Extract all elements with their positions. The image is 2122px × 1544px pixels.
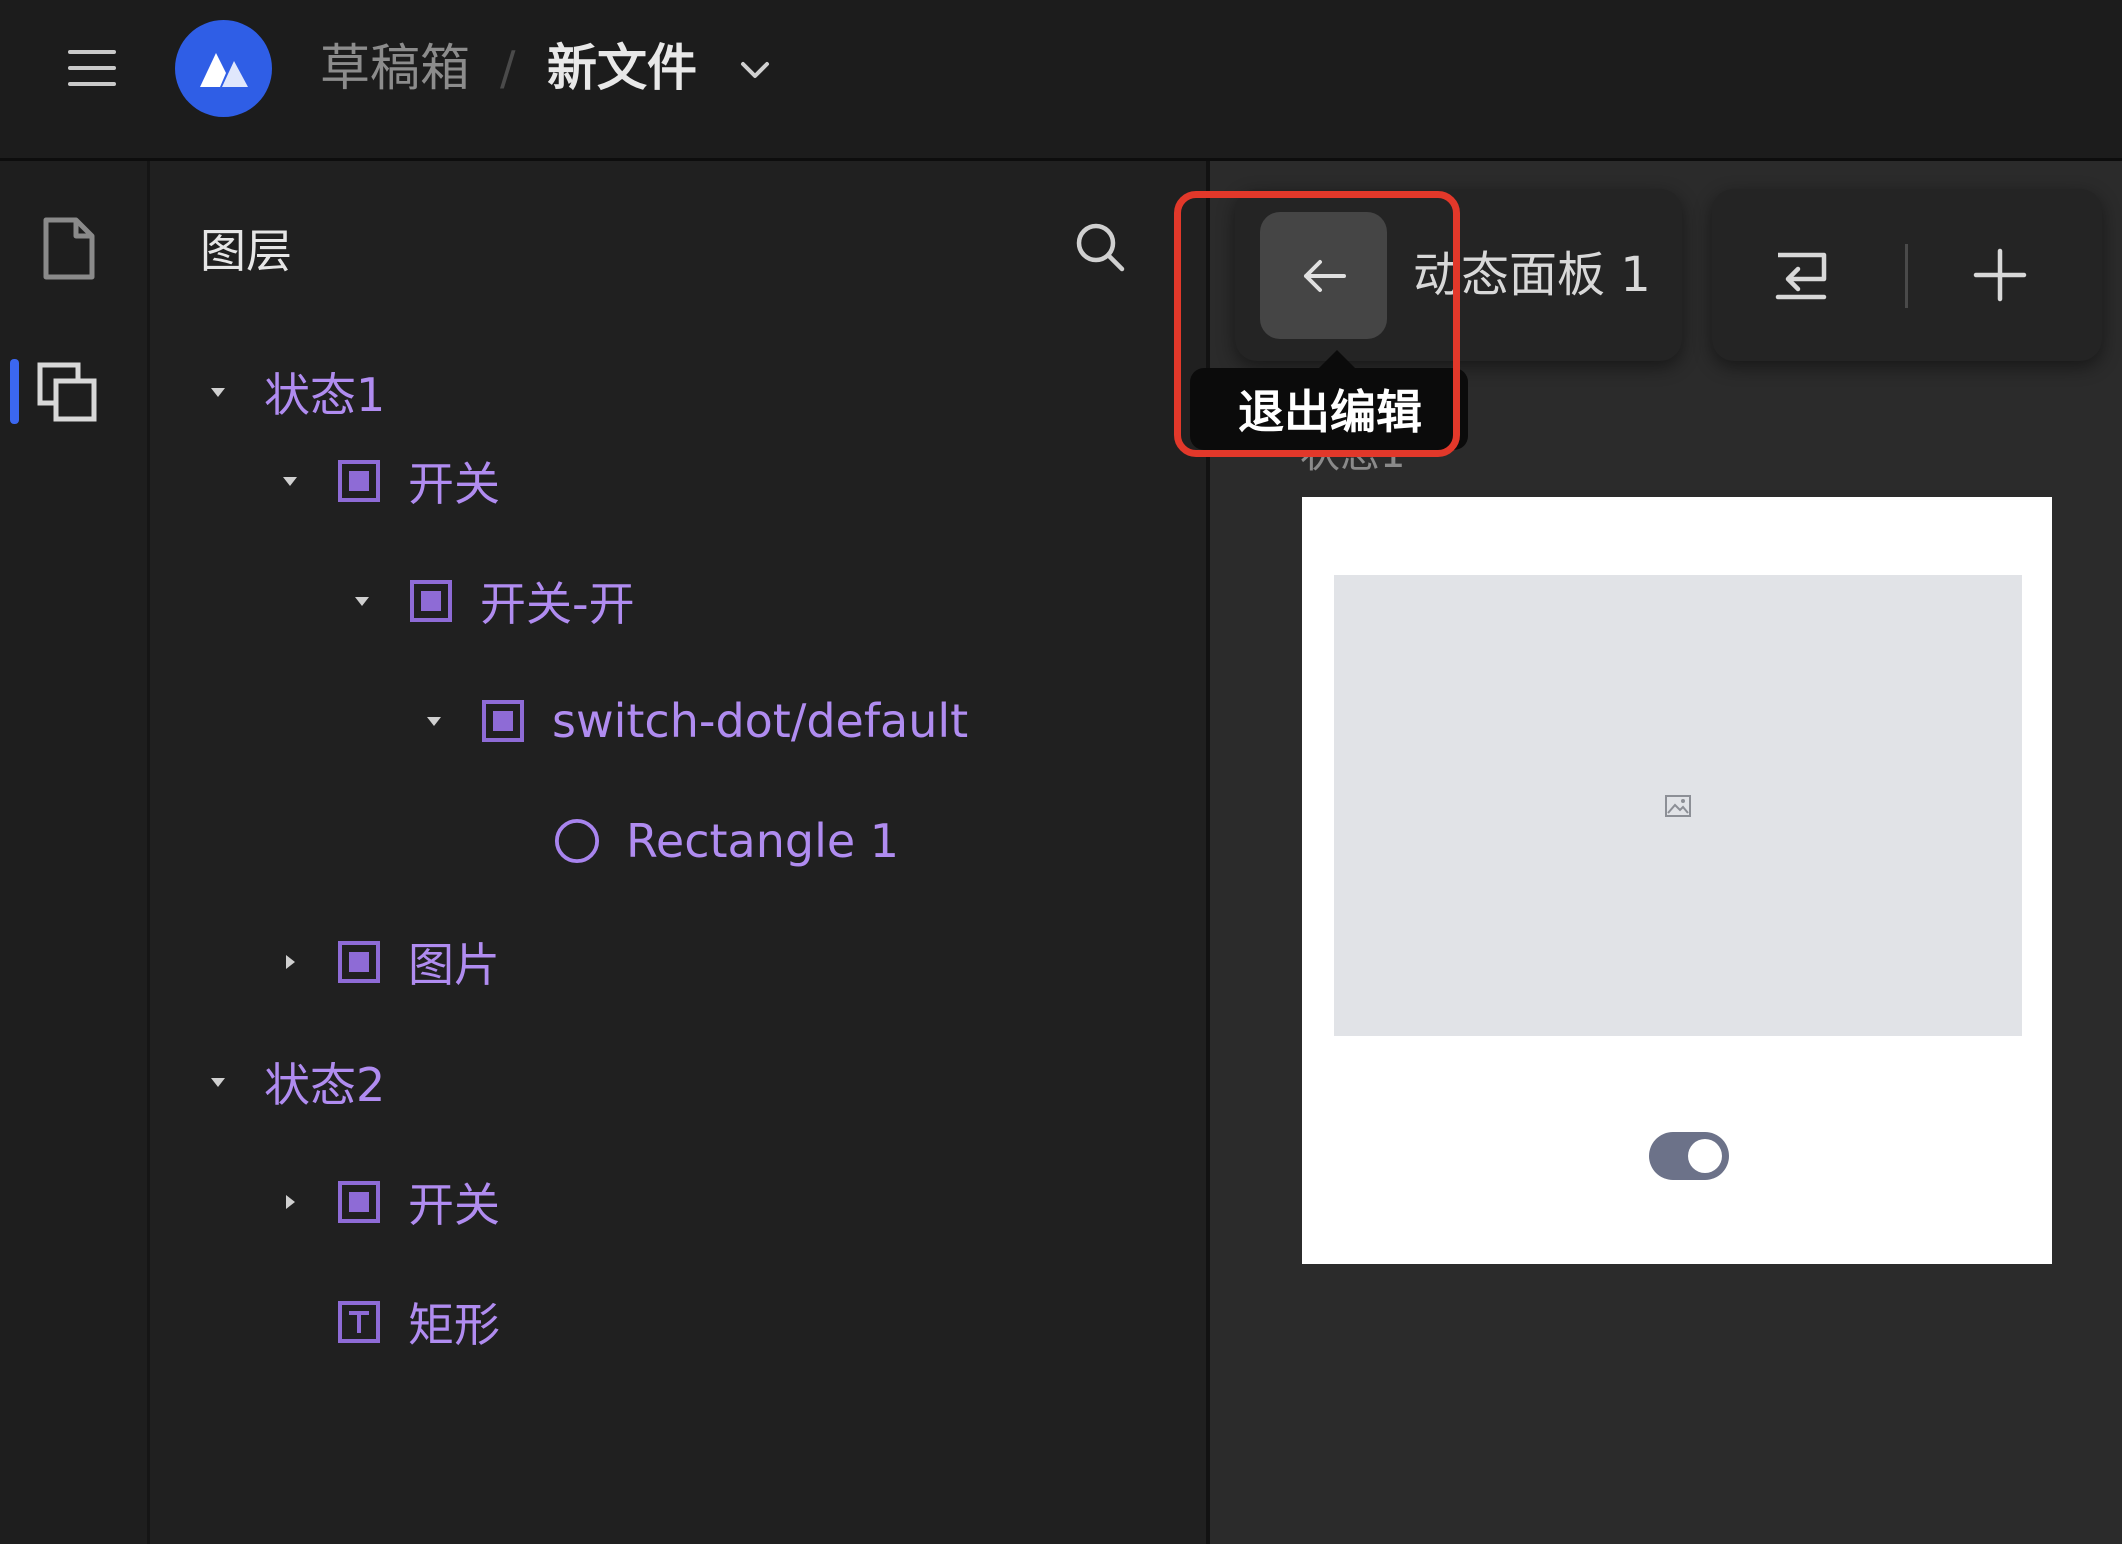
chevron-down-icon[interactable] bbox=[735, 50, 775, 90]
layer-label: 状态2 bbox=[264, 1058, 386, 1112]
layer-label: 状态1 bbox=[264, 368, 386, 422]
page-icon[interactable] bbox=[38, 216, 98, 281]
caret-down-icon[interactable] bbox=[350, 589, 374, 613]
layer-label: 开关-开 bbox=[480, 577, 635, 631]
layer-item-switch-2[interactable]: 开关 bbox=[278, 1162, 500, 1242]
layer-item-switch-on[interactable]: 开关-开 bbox=[350, 561, 635, 641]
active-indicator bbox=[10, 359, 19, 424]
caret-down-icon[interactable] bbox=[206, 1070, 230, 1094]
caret-right-icon[interactable] bbox=[278, 950, 302, 974]
toolbar-divider bbox=[1905, 244, 1908, 308]
logo-mark-icon bbox=[199, 52, 248, 87]
layer-label: 开关 bbox=[408, 457, 500, 511]
switch-knob bbox=[1688, 1139, 1722, 1173]
frame-icon bbox=[408, 578, 454, 624]
caret-down-icon[interactable] bbox=[206, 380, 230, 404]
breadcrumb-file-name[interactable]: 新文件 bbox=[547, 36, 697, 100]
text-icon bbox=[336, 1299, 382, 1345]
layer-item-state-2[interactable]: 状态2 bbox=[206, 1042, 385, 1122]
frame-icon bbox=[336, 939, 382, 985]
frame-icon bbox=[336, 458, 382, 504]
caret-down-icon[interactable] bbox=[422, 709, 446, 733]
layer-item-switch[interactable]: 开关 bbox=[278, 441, 500, 521]
left-rail bbox=[0, 161, 150, 1544]
ellipse-icon bbox=[554, 818, 600, 864]
layer-item-rectangle-1[interactable]: Rectangle 1 bbox=[554, 801, 899, 881]
caret-right-icon[interactable] bbox=[278, 1190, 302, 1214]
frame-icon bbox=[336, 1179, 382, 1225]
switch-toggle[interactable] bbox=[1649, 1132, 1729, 1180]
layers-panel: 图层 状态1 开关 开关-开 switch-dot/default Rectan… bbox=[150, 161, 1210, 1544]
layer-item-switch-dot[interactable]: switch-dot/default bbox=[422, 681, 968, 761]
layer-label: 开关 bbox=[408, 1178, 500, 1232]
plus-icon bbox=[1973, 248, 2027, 302]
caret-down-icon[interactable] bbox=[278, 469, 302, 493]
layer-item-image[interactable]: 图片 bbox=[278, 922, 500, 1002]
menu-icon[interactable] bbox=[62, 44, 122, 92]
image-icon bbox=[1665, 794, 1691, 817]
breadcrumb-drafts[interactable]: 草稿箱 bbox=[320, 36, 470, 100]
panel-title: 图层 bbox=[200, 224, 292, 278]
top-bar: 草稿箱 / 新文件 bbox=[0, 0, 2122, 161]
breadcrumb-separator: / bbox=[500, 41, 516, 95]
frame-icon bbox=[480, 698, 526, 744]
image-placeholder[interactable] bbox=[1334, 575, 2022, 1036]
layers-icon[interactable] bbox=[36, 361, 100, 425]
layer-item-state-1[interactable]: 状态1 bbox=[206, 352, 385, 432]
search-icon[interactable] bbox=[1072, 219, 1128, 275]
layer-item-rect-text[interactable]: 矩形 bbox=[278, 1282, 500, 1362]
layer-label: 图片 bbox=[408, 938, 500, 992]
layer-label: Rectangle 1 bbox=[626, 814, 900, 868]
add-state-button[interactable] bbox=[1960, 235, 2040, 315]
layer-label: switch-dot/default bbox=[552, 694, 969, 748]
highlight-box bbox=[1174, 191, 1460, 457]
layer-label: 矩形 bbox=[408, 1298, 500, 1352]
dynamic-panel-actions bbox=[1712, 189, 2102, 361]
app-logo[interactable] bbox=[175, 20, 272, 117]
state-switch-icon bbox=[1775, 252, 1827, 300]
dynamic-panel-artboard[interactable] bbox=[1302, 497, 2052, 1264]
switch-state-button[interactable] bbox=[1762, 235, 1842, 315]
